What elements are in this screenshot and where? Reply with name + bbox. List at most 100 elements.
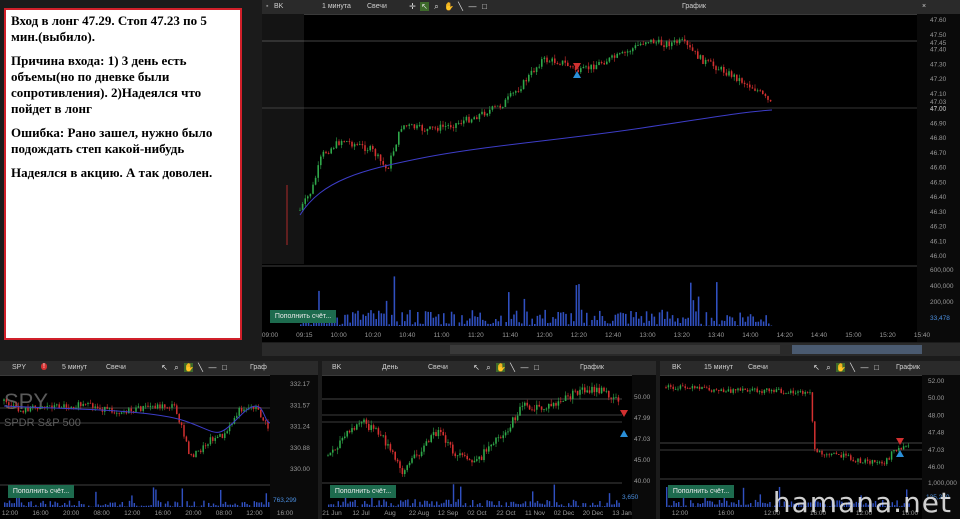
candle-body xyxy=(581,387,584,390)
volume-bar xyxy=(265,493,268,507)
x-tick-label: 20:00 xyxy=(185,510,202,517)
candle-body xyxy=(304,198,306,204)
watermark: hamana.net xyxy=(772,486,952,519)
top-up-account-button[interactable]: Пополнить счёт... xyxy=(270,310,336,323)
volume-bar xyxy=(364,501,366,507)
candle-body xyxy=(372,146,374,150)
volume-bar xyxy=(136,505,138,507)
volume-bar xyxy=(455,501,457,507)
volume-bar xyxy=(61,505,64,507)
daily-top-up-button[interactable]: Пополнить счёт... xyxy=(330,485,396,498)
y-tick-label: 45.00 xyxy=(634,457,651,464)
x-tick-label: 11:00 xyxy=(434,332,450,339)
volume-bar xyxy=(592,502,594,507)
spy-top-up-button[interactable]: Пополнить счёт... xyxy=(8,485,74,498)
volume-bar xyxy=(606,502,608,507)
y-tick-label: 46.70 xyxy=(930,150,947,157)
daily-chart-panel[interactable]: BK День Свечи ↖ ⌕ ✋ ╲ — □ График 50.00 47… xyxy=(322,361,656,519)
candle-body xyxy=(584,387,586,393)
volume-bar xyxy=(167,501,169,507)
volume-bar xyxy=(568,503,570,507)
candle-body xyxy=(190,454,192,455)
candle-body xyxy=(845,453,847,456)
candle-body xyxy=(632,48,634,52)
volume-bar xyxy=(268,502,270,507)
candle-body xyxy=(792,390,794,394)
m15-top-up-button[interactable]: Пополнить счёт... xyxy=(668,485,734,498)
volume-bar xyxy=(572,499,575,507)
volume-bar xyxy=(397,504,400,507)
candle-body xyxy=(598,387,600,394)
candle-body xyxy=(327,455,329,457)
candle-body xyxy=(478,456,480,460)
volume-bar xyxy=(361,504,364,507)
y-tick-label: 40.00 xyxy=(634,478,651,485)
candle-body xyxy=(720,67,722,70)
candle-body xyxy=(567,395,569,397)
volume-bar xyxy=(762,502,764,507)
volume-bar xyxy=(431,501,433,507)
volume-bar xyxy=(422,323,424,326)
candle-body xyxy=(346,141,348,143)
candle-body xyxy=(507,96,509,100)
main-x-axis: 09:00 09:15 10:00 10:20 10:40 11:00 11:20 11:40… xyxy=(262,332,931,339)
x-tick-label: 11 Nov xyxy=(525,510,546,517)
main-chart-panel[interactable]: ▪ BK 1 минута Свечи ✛ ↖ ⌕ ✋ ╲ — □ График… xyxy=(262,0,960,342)
candle-body xyxy=(454,453,456,457)
candle-body xyxy=(596,387,598,393)
volume-bar xyxy=(479,312,481,326)
volume-bar xyxy=(179,506,181,507)
candle-body xyxy=(871,460,874,464)
volume-bar xyxy=(349,501,352,507)
volume-bar xyxy=(705,312,708,326)
volume-bar xyxy=(44,504,47,507)
candle-body xyxy=(421,125,423,131)
candle-body xyxy=(392,151,395,156)
volume-bar xyxy=(521,323,523,326)
candle-body xyxy=(629,51,631,53)
main-scrollbar[interactable] xyxy=(262,343,960,356)
volume-bar xyxy=(750,503,752,507)
volume-bar xyxy=(668,505,670,507)
y-tick-label: 46.00 xyxy=(928,464,945,471)
volume-bar xyxy=(733,502,735,507)
candle-body xyxy=(344,436,346,438)
candle-body xyxy=(708,387,710,391)
candle-body xyxy=(408,462,411,466)
candle-body xyxy=(154,405,156,409)
candle-body xyxy=(722,389,725,393)
candle-body xyxy=(787,392,790,394)
candle-body xyxy=(574,390,576,392)
volume-bar xyxy=(143,505,145,507)
volume-bar xyxy=(392,505,395,507)
volume-bar xyxy=(752,506,754,507)
volume-bar xyxy=(669,318,671,326)
candle-body xyxy=(799,391,802,392)
candle-body xyxy=(377,428,380,435)
volume-bar xyxy=(417,312,419,326)
candle-body xyxy=(99,408,101,410)
volume-bar xyxy=(116,506,119,507)
candle-body xyxy=(75,407,77,409)
x-tick-label: 10:20 xyxy=(365,332,382,339)
daily-candles xyxy=(327,382,620,477)
spy-volume-value: 763,299 xyxy=(273,497,297,504)
candle-body xyxy=(507,431,509,433)
volume-bar xyxy=(547,323,549,326)
candle-body xyxy=(72,406,75,409)
candle-body xyxy=(330,148,332,154)
candle-body xyxy=(348,430,351,433)
candle-body xyxy=(301,203,304,210)
spy-chart-panel[interactable]: SPY ! 5 минут Свечи ↖ ⌕ ✋ ╲ — □ Граф SPY… xyxy=(0,361,318,519)
volume-bar xyxy=(541,503,544,507)
candle-body xyxy=(751,388,754,391)
candle-body xyxy=(359,144,361,145)
candle-body xyxy=(384,435,387,446)
volume-bar xyxy=(510,318,513,326)
daily-buy-marker xyxy=(620,430,628,437)
volume-bar xyxy=(718,499,721,507)
volume-bar xyxy=(479,503,481,507)
candle-body xyxy=(859,458,862,464)
candle-body xyxy=(442,124,444,127)
candle-body xyxy=(104,406,106,412)
